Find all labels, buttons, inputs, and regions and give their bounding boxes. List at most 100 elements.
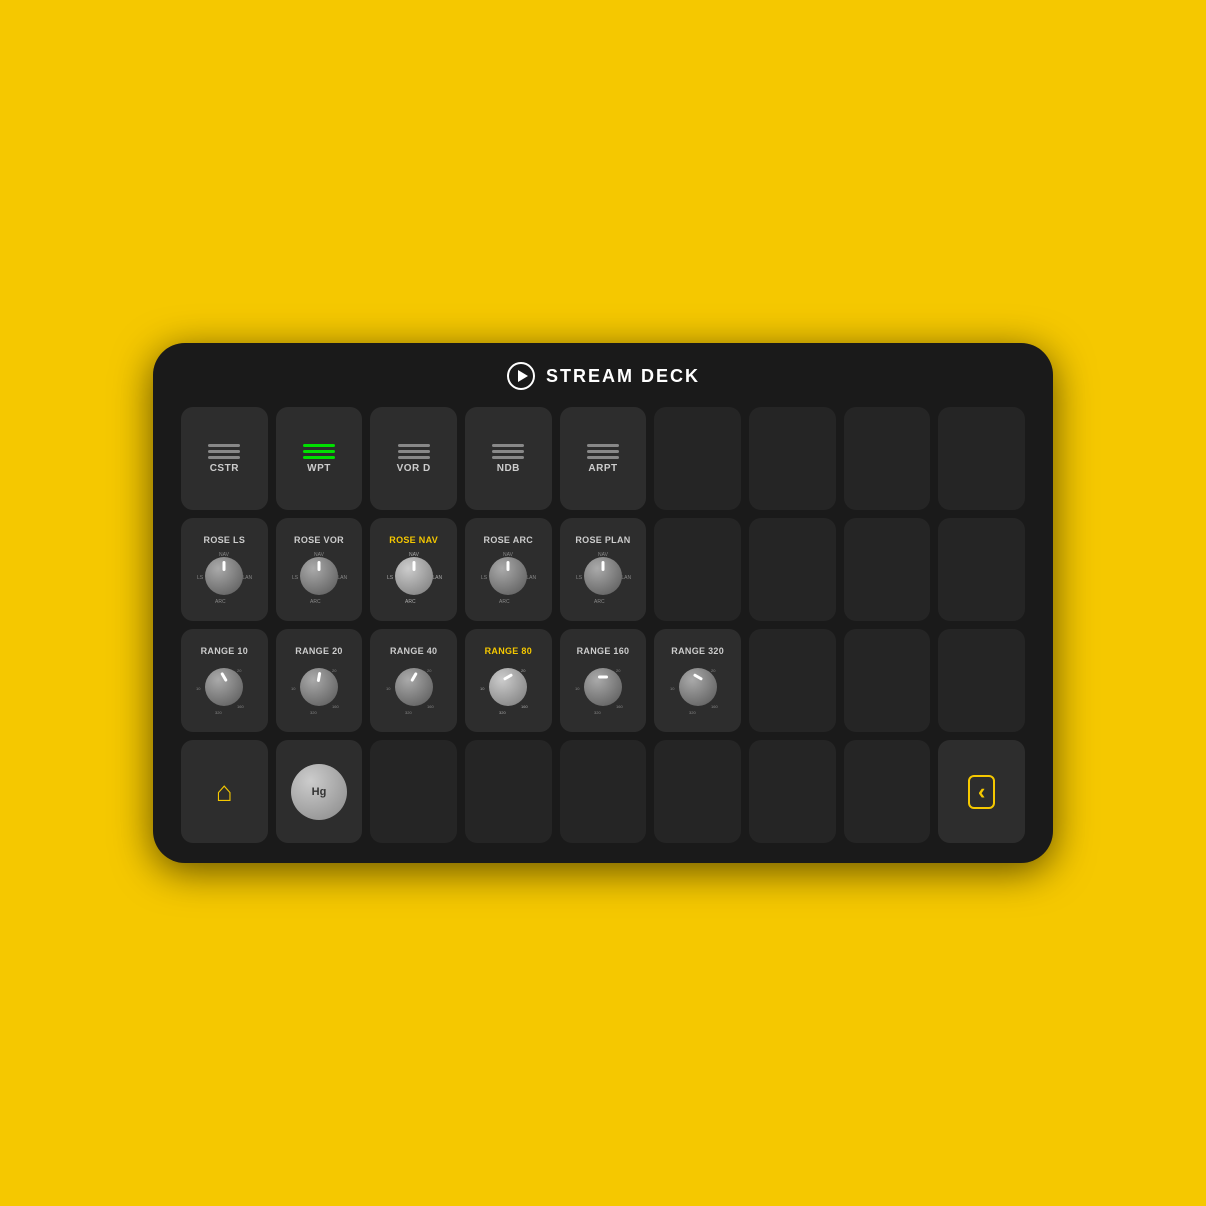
svg-text:ARC: ARC	[405, 599, 416, 605]
svg-text:20: 20	[237, 668, 242, 673]
svg-text:10: 10	[196, 686, 201, 691]
roseplan-indicator	[601, 561, 604, 571]
svg-text:10: 10	[480, 686, 485, 691]
menu-lines-arpt	[587, 444, 619, 459]
svg-text:20: 20	[616, 668, 621, 673]
btn-range20[interactable]: RANGE 20 10 20 160 320	[276, 629, 363, 732]
svg-text:320: 320	[215, 710, 222, 715]
range320-knob: 10 20 160 320	[669, 658, 727, 716]
svg-text:ARC: ARC	[310, 599, 321, 605]
btn-hg[interactable]: Hg hPa Hg	[276, 740, 363, 843]
rosenav-knob: LS PLAN NAV ARC	[385, 547, 443, 605]
empty-r3-8	[844, 629, 931, 732]
rosevOR-knob: LS PLAN NAV ARC	[290, 547, 348, 605]
hg-knob-circle: Hg	[291, 764, 347, 820]
range80-indicator	[503, 673, 513, 681]
svg-text:LS: LS	[481, 575, 488, 581]
menu-lines-ndb	[492, 444, 524, 459]
empty-r4-6	[654, 740, 741, 843]
btn-wpt[interactable]: WPT	[276, 407, 363, 510]
btn-rosevOR[interactable]: ROSE VOR LS PLAN NAV ARC	[276, 518, 363, 621]
btn-arpt[interactable]: ARPT	[560, 407, 647, 510]
svg-text:LS: LS	[576, 575, 583, 581]
empty-r1-8	[844, 407, 931, 510]
svg-text:20: 20	[521, 668, 526, 673]
svg-text:LS: LS	[387, 575, 394, 581]
range80-knob: 10 20 160 320	[479, 658, 537, 716]
svg-text:10: 10	[291, 686, 296, 691]
svg-text:ARC: ARC	[215, 599, 226, 605]
range10-label: RANGE 10	[201, 646, 248, 656]
rosearc-knob: LS PLAN NAV ARC	[479, 547, 537, 605]
range80-label: RANGE 80	[485, 646, 532, 656]
btn-home[interactable]: ⌂	[181, 740, 268, 843]
range320-inner	[679, 668, 717, 706]
svg-text:LS: LS	[197, 575, 204, 581]
btn-rosearc[interactable]: ROSE ARC LS PLAN NAV ARC	[465, 518, 552, 621]
btn-range10[interactable]: RANGE 10 10 20 160 320	[181, 629, 268, 732]
menu-lines-wpt	[303, 444, 335, 459]
range40-label: RANGE 40	[390, 646, 437, 656]
button-grid: CSTR WPT VOR D NDB ARPT	[181, 407, 1025, 843]
range20-inner	[300, 668, 338, 706]
stream-deck-device: STREAM DECK CSTR WPT VOR D	[153, 343, 1053, 863]
roseplan-inner	[584, 557, 622, 595]
svg-text:10: 10	[386, 686, 391, 691]
empty-r2-9	[938, 518, 1025, 621]
btn-cstr[interactable]: CSTR	[181, 407, 268, 510]
empty-r2-8	[844, 518, 931, 621]
svg-text:320: 320	[594, 710, 601, 715]
range320-label: RANGE 320	[671, 646, 724, 656]
rosels-knob: LS PLAN NAV ARC	[195, 547, 253, 605]
range10-indicator	[221, 671, 229, 681]
range160-inner	[584, 668, 622, 706]
btn-range320[interactable]: RANGE 320 10 20 160 320	[654, 629, 741, 732]
roseplan-label: ROSE PLAN	[575, 535, 630, 545]
svg-text:160: 160	[711, 704, 718, 709]
range40-indicator	[410, 671, 418, 681]
wpt-label: WPT	[307, 463, 331, 474]
btn-range80[interactable]: RANGE 80 10 20 160 320	[465, 629, 552, 732]
device-header: STREAM DECK	[506, 361, 700, 391]
range320-indicator	[693, 673, 703, 681]
svg-text:160: 160	[427, 704, 434, 709]
range20-knob: 10 20 160 320	[290, 658, 348, 716]
rosearc-label: ROSE ARC	[484, 535, 534, 545]
btn-range160[interactable]: RANGE 160 10 20 160 320	[560, 629, 647, 732]
ndb-label: NDB	[497, 463, 520, 474]
empty-r4-3	[370, 740, 457, 843]
rosenav-label: ROSE NAV	[389, 535, 438, 545]
svg-text:160: 160	[616, 704, 623, 709]
empty-r2-7	[749, 518, 836, 621]
range10-inner	[205, 668, 243, 706]
rosearc-inner	[489, 557, 527, 595]
btn-roseplan[interactable]: ROSE PLAN LS PLAN NAV ARC	[560, 518, 647, 621]
cstr-label: CSTR	[210, 463, 239, 474]
btn-rosels[interactable]: ROSE LS LS PLAN NAV ARC	[181, 518, 268, 621]
btn-rosenav[interactable]: ROSE NAV LS PLAN NAV ARC	[370, 518, 457, 621]
hg-label: Hg	[312, 786, 327, 798]
device-title: STREAM DECK	[546, 366, 700, 387]
rosevOR-inner	[300, 557, 338, 595]
btn-vord[interactable]: VOR D	[370, 407, 457, 510]
range10-knob: 10 20 160 320	[195, 658, 253, 716]
svg-text:20: 20	[427, 668, 432, 673]
range160-label: RANGE 160	[577, 646, 630, 656]
range20-indicator	[317, 671, 322, 681]
btn-ndb[interactable]: NDB	[465, 407, 552, 510]
svg-text:ARC: ARC	[594, 599, 605, 605]
rosevOR-indicator	[317, 561, 320, 571]
rosels-indicator	[223, 561, 226, 571]
back-icon: ‹	[968, 775, 995, 809]
empty-r1-7	[749, 407, 836, 510]
range40-inner	[395, 668, 433, 706]
arpt-label: ARPT	[588, 463, 617, 474]
btn-range40[interactable]: RANGE 40 10 20 160 320	[370, 629, 457, 732]
empty-r4-8	[844, 740, 931, 843]
btn-back[interactable]: ‹	[938, 740, 1025, 843]
empty-r1-6	[654, 407, 741, 510]
menu-lines-vord	[398, 444, 430, 459]
range40-knob: 10 20 160 320	[385, 658, 443, 716]
svg-text:320: 320	[405, 710, 412, 715]
svg-text:10: 10	[670, 686, 675, 691]
